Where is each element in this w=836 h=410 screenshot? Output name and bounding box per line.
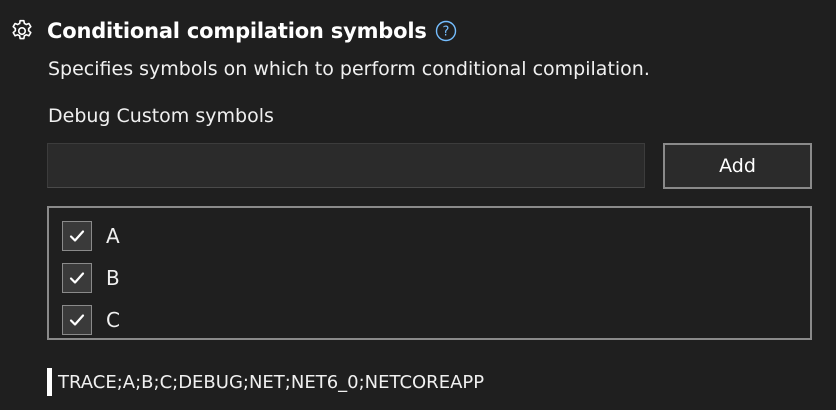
section-title: Conditional compilation symbols <box>47 19 427 43</box>
section-description: Specifies symbols on which to perform co… <box>48 58 650 80</box>
list-item[interactable]: C <box>49 299 810 341</box>
list-item[interactable]: A <box>49 215 810 257</box>
help-icon[interactable]: ? <box>435 20 457 42</box>
svg-text:?: ? <box>442 25 449 40</box>
symbols-list: A B C <box>47 206 812 340</box>
checkmark-icon <box>69 272 85 284</box>
symbol-checkbox[interactable] <box>62 221 92 251</box>
symbol-checkbox[interactable] <box>62 263 92 293</box>
symbol-label: C <box>106 308 120 332</box>
checkmark-icon <box>69 314 85 326</box>
section-header: Conditional compilation symbols ? <box>8 14 457 48</box>
symbol-label: B <box>106 266 120 290</box>
resulting-symbols: TRACE;A;B;C;DEBUG;NET;NET6_0;NETCOREAPP <box>47 368 484 396</box>
custom-symbols-input[interactable] <box>47 143 645 188</box>
custom-symbols-label: Debug Custom symbols <box>48 105 274 127</box>
gear-icon <box>8 17 36 45</box>
symbol-label: A <box>106 224 120 248</box>
list-item[interactable]: B <box>49 257 810 299</box>
resulting-symbols-text: TRACE;A;B;C;DEBUG;NET;NET6_0;NETCOREAPP <box>58 371 485 393</box>
add-button[interactable]: Add <box>663 143 812 189</box>
focus-indicator <box>47 368 52 396</box>
symbol-checkbox[interactable] <box>62 305 92 335</box>
checkmark-icon <box>69 230 85 242</box>
